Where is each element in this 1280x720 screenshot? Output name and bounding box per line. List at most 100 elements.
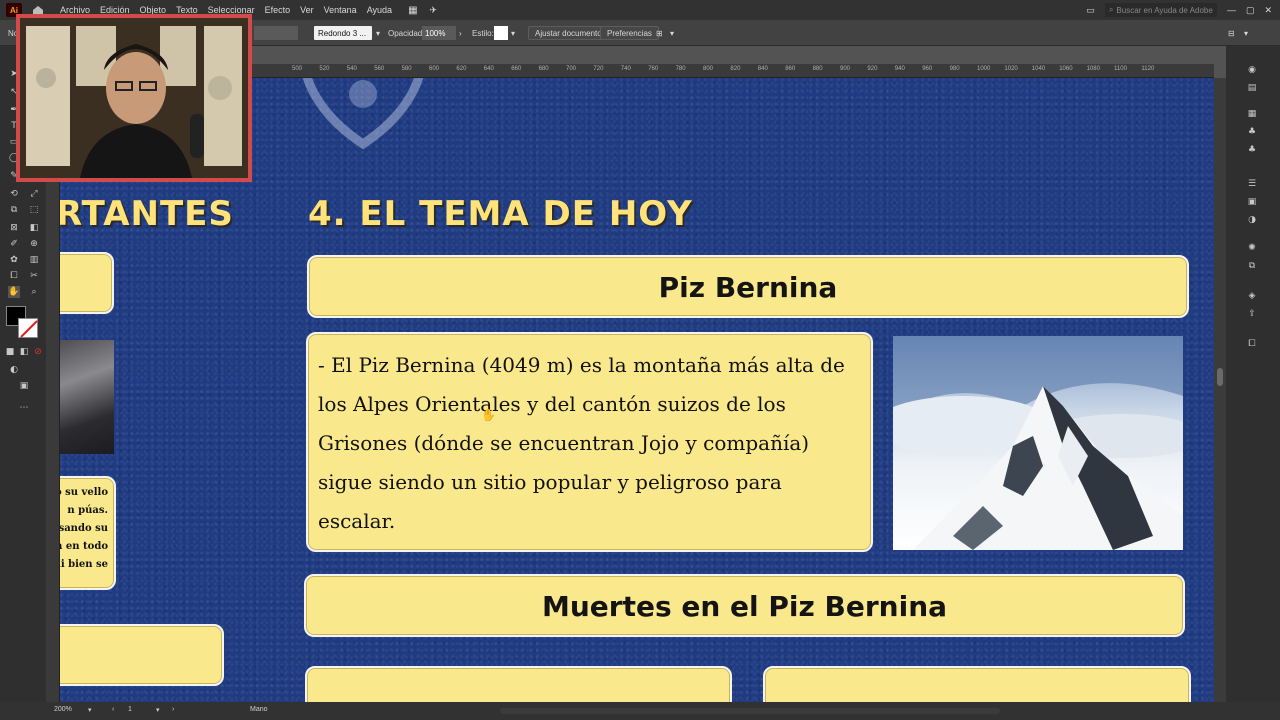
ruler-tick-label: 800 bbox=[703, 66, 714, 72]
prev-artboard-icon[interactable]: ‹ bbox=[112, 706, 114, 713]
transparency-panel-icon[interactable]: ◑ bbox=[1246, 214, 1258, 226]
artboard-number[interactable]: 1 bbox=[128, 706, 132, 713]
eyedropper-tool-icon[interactable]: ✐ bbox=[8, 238, 20, 250]
none-mode-icon[interactable]: ⊘ bbox=[32, 346, 44, 358]
stroke-color-swatch[interactable] bbox=[18, 318, 38, 338]
left-snippet-line: n en todo bbox=[60, 541, 108, 552]
ruler-tick-label: 680 bbox=[538, 66, 549, 72]
symbols-panel-icon[interactable]: ♣ bbox=[1246, 144, 1258, 156]
brushes-panel-icon[interactable]: ♣ bbox=[1246, 126, 1258, 138]
ruler-tick-label: 960 bbox=[922, 66, 933, 72]
ruler-tick-label: 1080 bbox=[1086, 66, 1100, 72]
horizontal-scrollbar[interactable] bbox=[500, 708, 1000, 714]
ruler-tick-label: 500 bbox=[292, 66, 303, 72]
emblem-watermark bbox=[302, 78, 424, 150]
artboards-panel-icon[interactable]: ⧠ bbox=[1246, 338, 1258, 350]
mountain-photo bbox=[893, 336, 1183, 550]
menu-ventana[interactable]: Ventana bbox=[324, 5, 357, 15]
minimize-icon[interactable]: — bbox=[1227, 5, 1236, 15]
hand-cursor-icon: ✋ bbox=[481, 408, 496, 422]
ruler-tick-label: 1100 bbox=[1114, 66, 1127, 72]
ruler-tick-label: 720 bbox=[593, 66, 604, 72]
hand-tool-icon[interactable]: ✋ bbox=[8, 286, 20, 298]
style-chevron-down-icon[interactable]: ▾ bbox=[511, 26, 515, 40]
zoom-chevron-down-icon[interactable]: ▾ bbox=[88, 706, 92, 714]
scrollbar-thumb[interactable] bbox=[1217, 368, 1223, 386]
properties-panel-icon[interactable]: ◉ bbox=[1246, 64, 1258, 76]
panel-chevron-down-icon[interactable]: ▾ bbox=[1244, 26, 1248, 40]
stroke-swatch[interactable] bbox=[254, 26, 298, 40]
panel-align-icon[interactable]: ⊟ bbox=[1228, 26, 1235, 40]
gradient-mode-icon[interactable]: ◧ bbox=[18, 346, 30, 358]
fit-document-button[interactable]: Ajustar documento bbox=[528, 26, 609, 40]
gradient-panel-icon[interactable]: ▣ bbox=[1246, 196, 1258, 208]
zoom-level[interactable]: 200% bbox=[54, 706, 72, 713]
color-panel-icon[interactable]: ▦ bbox=[1246, 108, 1258, 120]
menu-efecto[interactable]: Efecto bbox=[265, 5, 291, 15]
preferences-button[interactable]: Preferencias bbox=[600, 26, 659, 40]
arrange-icon[interactable]: ⊞ bbox=[656, 26, 663, 40]
arrange-chevron-down-icon[interactable]: ▾ bbox=[670, 26, 674, 40]
scale-tool-icon[interactable]: ⤢ bbox=[28, 188, 40, 200]
ruler-tick-label: 520 bbox=[319, 66, 330, 72]
free-transform-tool-icon[interactable]: ⧉ bbox=[8, 204, 20, 216]
slice-tool-icon[interactable]: ✂ bbox=[28, 270, 40, 282]
draw-mode-icon[interactable]: ◐ bbox=[8, 364, 20, 376]
symbol-sprayer-tool-icon[interactable]: ✿ bbox=[8, 254, 20, 266]
screen-mode-icon[interactable]: ▣ bbox=[18, 380, 30, 392]
graphic-styles-panel-icon[interactable]: ⧉ bbox=[1246, 260, 1258, 272]
variable-width-profile[interactable]: Redondo 3 ... bbox=[314, 26, 372, 40]
ruler-tick-label: 740 bbox=[620, 66, 631, 72]
ruler-tick-label: 780 bbox=[675, 66, 686, 72]
left-snippet-line: o su vello bbox=[60, 487, 108, 498]
style-swatch[interactable] bbox=[494, 26, 508, 40]
vertical-scrollbar[interactable] bbox=[1214, 78, 1226, 702]
panel-layout-icon[interactable]: ▭ bbox=[1086, 5, 1095, 16]
ruler-tick-label: 1120 bbox=[1141, 66, 1155, 72]
style-label: Estilo: bbox=[472, 28, 494, 38]
chevron-right-icon[interactable]: › bbox=[459, 26, 462, 40]
libraries-panel-icon[interactable]: ▤ bbox=[1246, 82, 1258, 94]
more-tools-icon[interactable]: ⋯ bbox=[18, 402, 30, 414]
opacity-label: Opacidad: bbox=[388, 28, 425, 38]
mesh-tool-icon[interactable]: ⊠ bbox=[8, 222, 20, 234]
stroke-panel-icon[interactable]: ☰ bbox=[1246, 178, 1258, 190]
next-artboard-icon[interactable]: › bbox=[172, 706, 174, 713]
gradient-tool-icon[interactable]: ◧ bbox=[28, 222, 40, 234]
color-mode-icon[interactable]: ■ bbox=[4, 346, 16, 358]
ruler-tick-label: 900 bbox=[840, 66, 851, 72]
measure-tool-icon[interactable]: ⊕ bbox=[28, 238, 40, 250]
piz-bernina-description: - El Piz Bernina (4049 m) es la montaña … bbox=[318, 353, 845, 533]
left-snippet-line: usando su bbox=[60, 523, 108, 534]
ruler-tick-label: 640 bbox=[483, 66, 494, 72]
workspace-grid-icon[interactable]: ▦ bbox=[408, 5, 417, 16]
ruler-tick-label: 540 bbox=[346, 66, 357, 72]
artboard-tool-icon[interactable]: ⧠ bbox=[8, 270, 20, 282]
main-heading: 4. EL TEMA DE HOY bbox=[308, 194, 693, 234]
zoom-tool-icon[interactable]: ⌕ bbox=[28, 286, 40, 298]
ruler-tick-label: 940 bbox=[894, 66, 905, 72]
opacity-field[interactable]: 100% bbox=[422, 26, 456, 40]
artboard-chevron-down-icon[interactable]: ▾ bbox=[156, 706, 160, 714]
chevron-down-icon[interactable]: ▾ bbox=[376, 26, 380, 40]
horizontal-ruler: 500 520 540 560 580 600 620 640 660 680 700 720 740 7… bbox=[252, 64, 1214, 78]
send-icon[interactable]: ✈ bbox=[430, 5, 438, 16]
appearance-panel-icon[interactable]: ✺ bbox=[1246, 242, 1258, 254]
graph-tool-icon[interactable]: ▥ bbox=[28, 254, 40, 266]
left-character-image bbox=[60, 340, 114, 454]
ruler-tick-label: 820 bbox=[730, 66, 741, 72]
left-partial-card-2: o su vello n púas. usando su n en todo n… bbox=[60, 476, 116, 590]
shape-builder-tool-icon[interactable]: ⬚ bbox=[28, 204, 40, 216]
piz-bernina-title-card: Piz Bernina bbox=[307, 255, 1189, 318]
help-search-input[interactable]: ⌕ Buscar en Ayuda de Adobe bbox=[1104, 3, 1217, 17]
rotate-tool-icon[interactable]: ⟲ bbox=[8, 188, 20, 200]
webcam-overlay bbox=[16, 14, 252, 182]
menu-ayuda[interactable]: Ayuda bbox=[367, 5, 392, 15]
current-tool-label: Mano bbox=[250, 706, 268, 713]
menu-ver[interactable]: Ver bbox=[300, 5, 314, 15]
restore-icon[interactable]: ▢ bbox=[1246, 5, 1255, 16]
bottom-card-left bbox=[305, 666, 732, 702]
export-panel-icon[interactable]: ⇪ bbox=[1246, 308, 1258, 320]
close-icon[interactable]: ✕ bbox=[1264, 5, 1272, 16]
layers-panel-icon[interactable]: ◈ bbox=[1246, 290, 1258, 302]
